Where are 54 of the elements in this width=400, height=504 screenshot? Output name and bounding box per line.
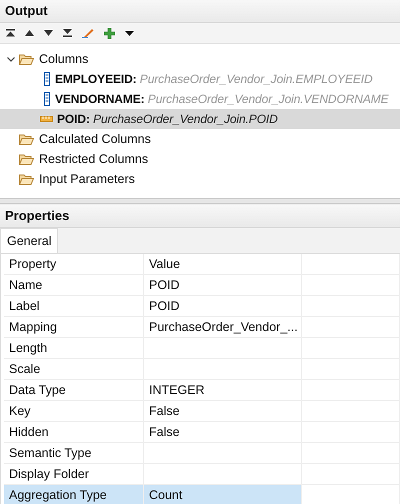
tree-item[interactable]: VENDORNAME: PurchaseOrder_Vendor_Join.VENDORNAME [0,89,400,109]
panel-title: Output [0,0,400,23]
tree-item[interactable]: Columns [0,49,400,69]
table-cell: False [144,422,302,442]
table-cell: Aggregation Type [4,485,144,504]
table-cell: False [144,401,302,421]
table-row[interactable]: Length [4,338,400,359]
ruler-icon [40,116,53,122]
pencil-icon[interactable] [82,28,94,38]
tree-item[interactable]: Calculated Columns [0,129,400,149]
table-cell: Hidden [4,422,144,442]
column-header[interactable]: Property [4,254,144,274]
table-cell: Display Folder [4,464,144,484]
tab[interactable]: General [0,228,58,253]
table-row[interactable]: Scale [4,359,400,380]
table-row[interactable]: Mapping PurchaseOrder_Vendor_... [4,317,400,338]
column-header[interactable]: Value [144,254,302,274]
move-down-icon[interactable] [44,30,53,36]
table-cell: Semantic Type [4,443,144,463]
table-cell: PurchaseOrder_Vendor_... [144,317,302,337]
column-icon [44,92,50,106]
table-cell: Name [4,275,144,295]
table-cell: Key [4,401,144,421]
column-icon [44,72,50,86]
plus-icon[interactable] [104,28,115,38]
move-up-icon[interactable] [25,30,34,36]
tree-item[interactable]: Restricted Columns [0,149,400,169]
tree-item[interactable]: POID: PurchaseOrder_Vendor_Join.POID [0,109,400,129]
table-row[interactable]: Semantic Type [4,443,400,464]
folder-icon [19,154,34,164]
table-row[interactable]: Hidden False [4,422,400,443]
move-bottom-icon[interactable] [63,29,72,37]
table-cell: Scale [4,359,144,379]
table-cell: Mapping [4,317,144,337]
table-row[interactable]: Name POID [4,275,400,296]
folder-icon [19,174,34,184]
move-top-icon[interactable] [6,29,15,37]
folder-icon [19,134,34,144]
expand-toggle[interactable] [7,56,15,62]
table-cell: POID [144,275,302,295]
tree-item[interactable]: EMPLOYEEID: PurchaseOrder_Vendor_Join.EMPLOYEEID [0,69,400,89]
folder-icon [19,54,34,64]
table-cell: Label [4,296,144,316]
panel-title: Properties [0,204,400,228]
table-row[interactable]: Aggregation Type Count [4,485,400,504]
table-row[interactable]: Data Type INTEGER [4,380,400,401]
table-cell: Data Type [4,380,144,400]
table-row[interactable]: Key False [4,401,400,422]
table-row[interactable]: Label POID [4,296,400,317]
table-cell: POID [144,296,302,316]
tree-item[interactable]: Input Parameters [0,169,400,189]
table-cell: INTEGER [144,380,302,400]
table-cell: Length [4,338,144,358]
dropdown-icon[interactable] [125,30,134,36]
